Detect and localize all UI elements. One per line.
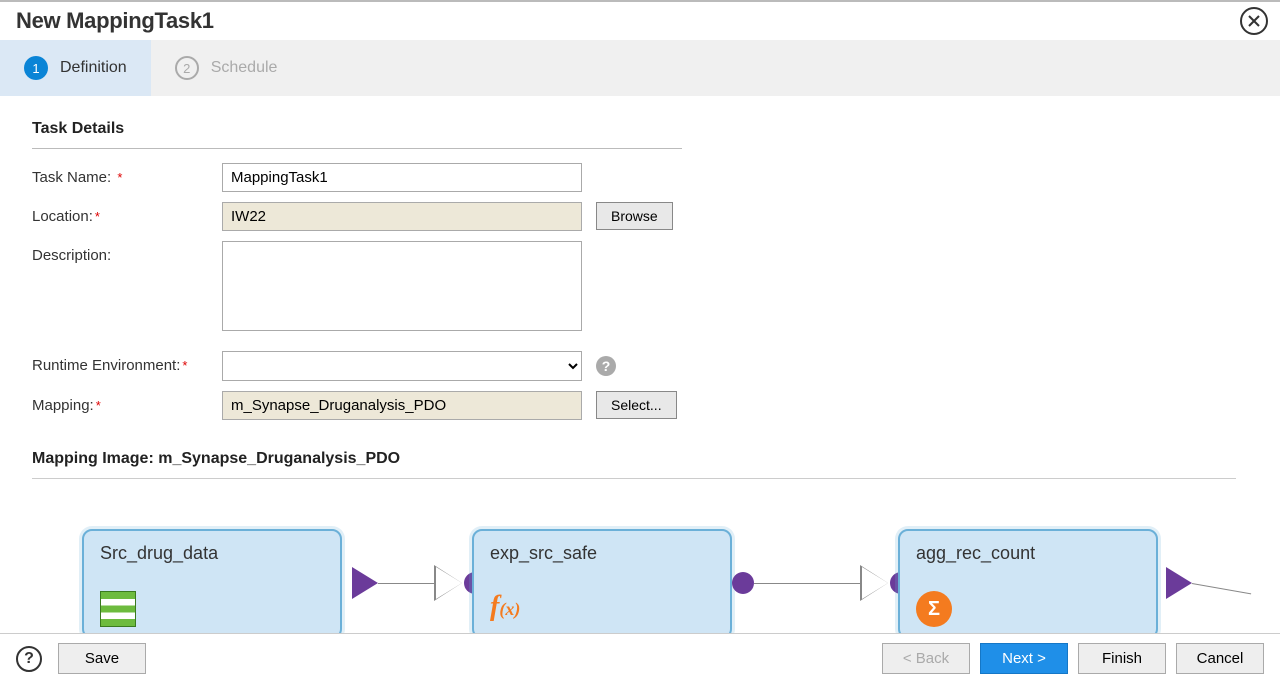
- step-number: 2: [175, 56, 199, 80]
- finish-button[interactable]: Finish: [1078, 643, 1166, 674]
- task-name-label: Task Name: *: [32, 163, 222, 186]
- step-definition[interactable]: 1 Definition: [0, 40, 151, 96]
- step-number: 1: [24, 56, 48, 80]
- browse-button[interactable]: Browse: [596, 202, 673, 230]
- row-task-name: Task Name: *: [32, 163, 1236, 192]
- step-label: Schedule: [211, 59, 278, 77]
- step-schedule[interactable]: 2 Schedule: [151, 40, 302, 96]
- help-icon[interactable]: ?: [596, 356, 616, 376]
- input-arrow-icon: [436, 567, 462, 599]
- output-port-icon: [1166, 567, 1192, 599]
- mapping-input[interactable]: [222, 391, 582, 420]
- dialog-header: New MappingTask1: [0, 0, 1280, 40]
- row-runtime-env: Runtime Environment:* ?: [32, 351, 1236, 381]
- runtime-env-select[interactable]: [222, 351, 582, 381]
- connector-line: [1192, 583, 1251, 594]
- function-icon: f(x): [490, 591, 526, 627]
- row-location: Location:* Browse: [32, 202, 1236, 231]
- close-icon[interactable]: [1240, 7, 1268, 35]
- wizard-steps: 1 Definition 2 Schedule: [0, 40, 1280, 96]
- section-task-details-title: Task Details: [32, 120, 682, 149]
- node-title: exp_src_safe: [490, 543, 714, 564]
- table-icon: [100, 591, 136, 627]
- back-button[interactable]: < Back: [882, 643, 970, 674]
- dialog-footer: ? Save < Back Next > Finish Cancel: [0, 633, 1280, 683]
- output-port-icon: [732, 572, 754, 594]
- cancel-button[interactable]: Cancel: [1176, 643, 1264, 674]
- mapping-canvas: Src_drug_data exp_src_safe f(x) agg_rec_…: [32, 509, 1236, 633]
- aggregate-icon: Σ: [916, 591, 952, 627]
- content-area: Task Details Task Name: * Location:* Bro…: [0, 96, 1268, 633]
- row-description: Description:: [32, 241, 1236, 331]
- select-mapping-button[interactable]: Select...: [596, 391, 677, 419]
- location-label: Location:*: [32, 202, 222, 225]
- task-name-input[interactable]: [222, 163, 582, 192]
- mapping-label: Mapping:*: [32, 391, 222, 414]
- node-title: agg_rec_count: [916, 543, 1140, 564]
- mapping-node-agg[interactable]: agg_rec_count Σ: [898, 529, 1158, 633]
- next-button[interactable]: Next >: [980, 643, 1068, 674]
- connector-line: [754, 583, 864, 584]
- row-mapping: Mapping:* Select...: [32, 391, 1236, 420]
- node-title: Src_drug_data: [100, 543, 324, 564]
- save-button[interactable]: Save: [58, 643, 146, 674]
- dialog-title: New MappingTask1: [16, 8, 214, 34]
- footer-help-icon[interactable]: ?: [16, 646, 42, 672]
- mapping-node-exp[interactable]: exp_src_safe f(x): [472, 529, 732, 633]
- location-input[interactable]: [222, 202, 582, 231]
- description-label: Description:: [32, 241, 222, 264]
- input-arrow-icon: [862, 567, 888, 599]
- mapping-image-title: Mapping Image: m_Synapse_Druganalysis_PD…: [32, 450, 1236, 479]
- connector-line: [378, 583, 438, 584]
- output-port-icon: [352, 567, 378, 599]
- description-textarea[interactable]: [222, 241, 582, 331]
- runtime-env-label: Runtime Environment:*: [32, 351, 222, 374]
- step-label: Definition: [60, 59, 127, 77]
- mapping-node-src[interactable]: Src_drug_data: [82, 529, 342, 633]
